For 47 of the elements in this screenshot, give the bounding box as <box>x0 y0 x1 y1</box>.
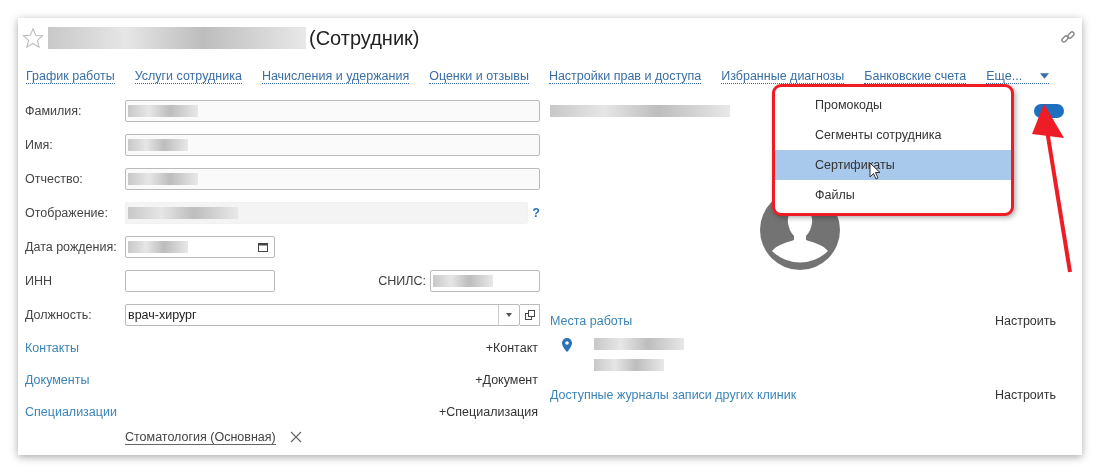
open-button[interactable] <box>520 304 540 326</box>
copy-icon <box>524 310 535 320</box>
input-field[interactable] <box>125 134 540 156</box>
menu-item[interactable]: Сегменты сотрудника <box>775 120 1011 150</box>
nav-link[interactable]: Настройки прав и доступа <box>548 68 702 84</box>
section-title[interactable]: Места работы <box>550 314 633 328</box>
input-field[interactable] <box>430 270 540 292</box>
specialization-link[interactable]: Стоматология (Основная) <box>125 429 276 445</box>
date-field[interactable] <box>125 236 275 258</box>
blurred-text <box>594 359 664 371</box>
nav-link[interactable]: Услуги сотрудника <box>134 68 242 84</box>
field-label: Должность: <box>25 308 93 322</box>
close-icon[interactable] <box>289 431 302 443</box>
nav-link[interactable]: График работы <box>26 68 115 84</box>
configure-link[interactable]: Настроить <box>994 388 1056 402</box>
caret-icon <box>1040 72 1050 79</box>
input-field[interactable] <box>125 270 275 292</box>
configure-link[interactable]: Настроить <box>994 314 1056 328</box>
input-field[interactable] <box>125 168 540 190</box>
section-title[interactable]: Контакты <box>25 341 79 355</box>
menu-item[interactable]: Сертификаты <box>775 150 1011 180</box>
link-icon[interactable] <box>1060 30 1076 46</box>
field-label: Дата рождения: <box>25 240 118 254</box>
field-label: Отображение: <box>25 206 109 220</box>
star-icon[interactable] <box>22 27 44 49</box>
nav-link[interactable]: Оценки и отзывы <box>429 68 529 84</box>
field-label: Отчество: <box>25 172 84 186</box>
input-field[interactable] <box>125 100 540 122</box>
field-label: Фамилия: <box>25 104 83 118</box>
add-link[interactable]: +Специализация <box>439 405 538 419</box>
section-title[interactable]: Специализации <box>25 405 117 419</box>
field-label: ИНН <box>25 274 54 288</box>
section-title[interactable]: Доступные журналы записи других клиник <box>550 388 797 402</box>
add-link[interactable]: +Контакт <box>485 341 538 355</box>
window-title: (Сотрудник) <box>309 26 420 50</box>
pin-icon <box>562 338 572 352</box>
nav-link[interactable]: Начисления и удержания <box>261 68 410 84</box>
field-label: Имя: <box>25 138 54 152</box>
add-link[interactable]: +Документ <box>475 373 538 387</box>
caret-icon[interactable] <box>506 313 512 317</box>
calendar-icon[interactable] <box>258 242 268 252</box>
menu-item[interactable]: Промокоды <box>775 90 1011 120</box>
section-title[interactable]: Документы <box>25 373 90 387</box>
help-link[interactable]: ? <box>532 206 540 220</box>
menu-item[interactable]: Файлы <box>775 180 1011 210</box>
field-label: СНИЛС: <box>378 274 426 288</box>
select-field[interactable]: врач-хирург <box>125 304 520 326</box>
